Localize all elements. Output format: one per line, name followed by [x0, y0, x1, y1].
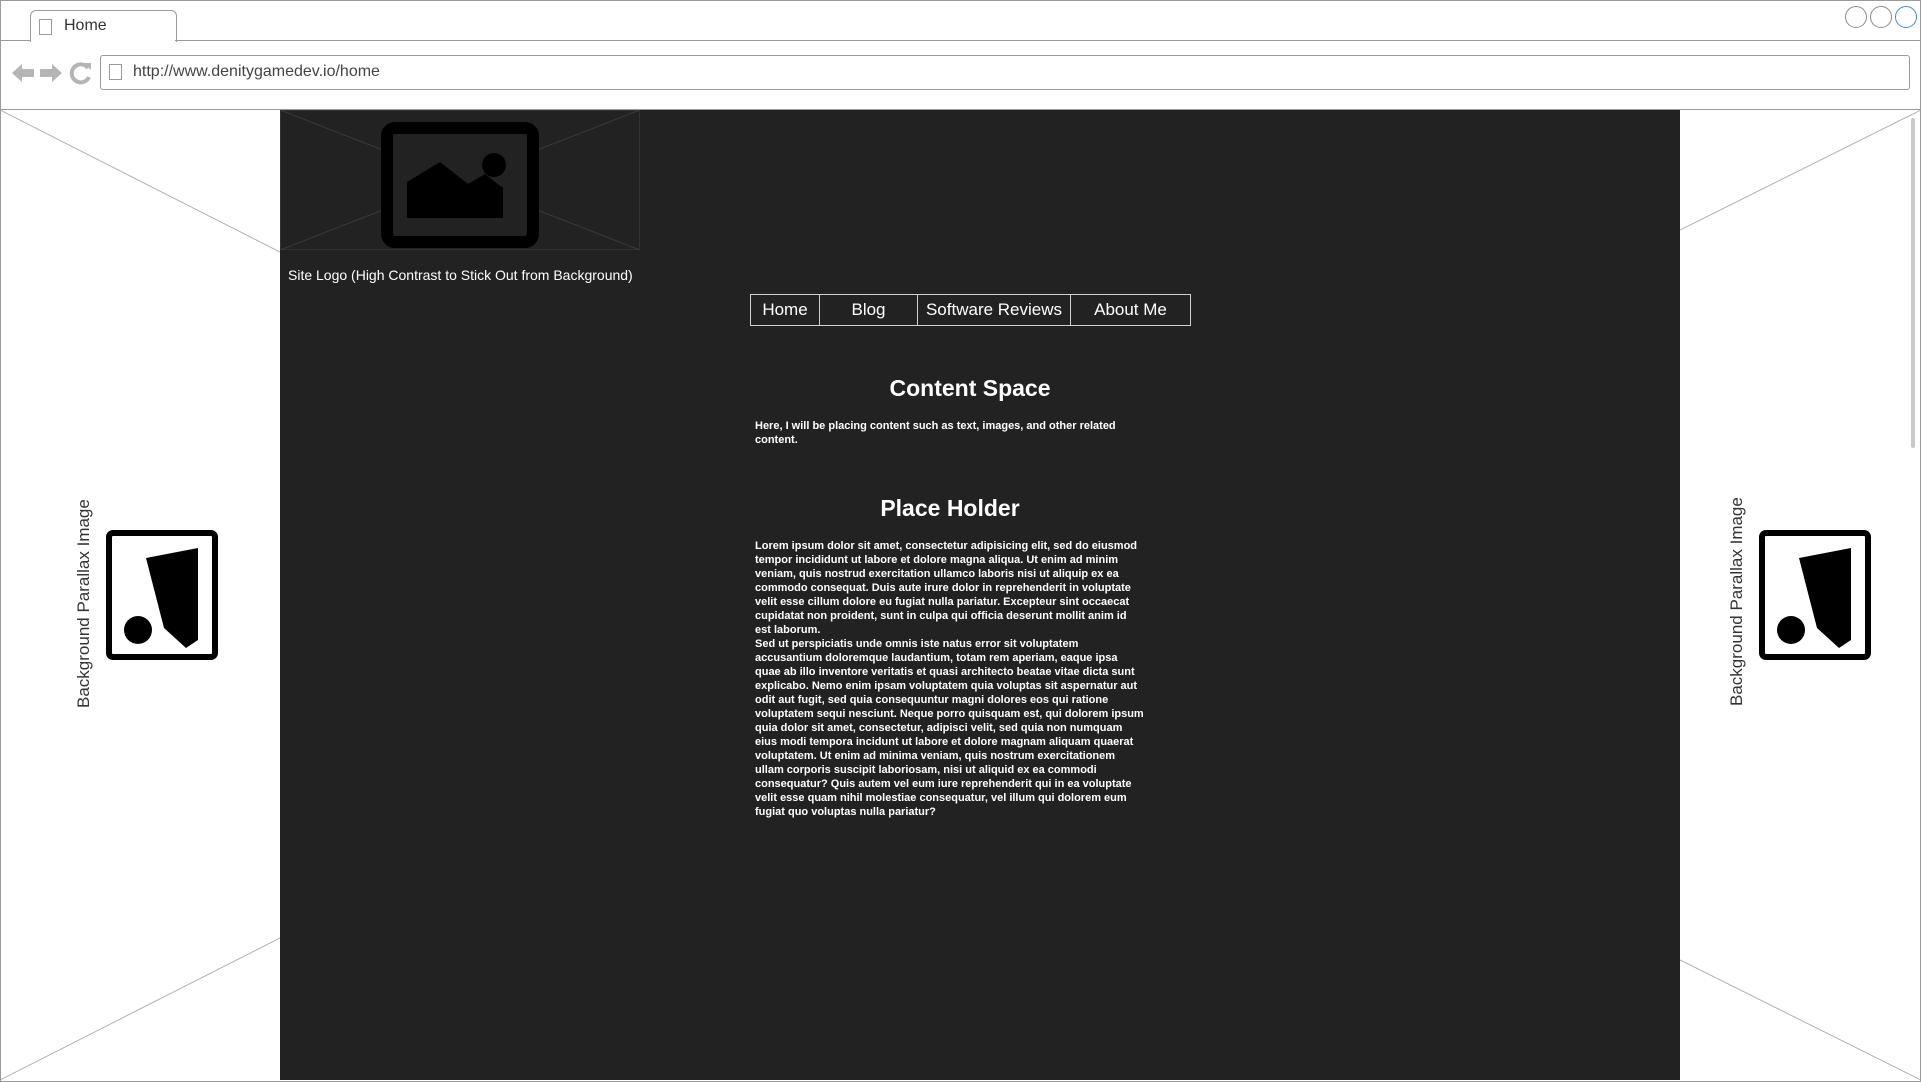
forward-arrow-icon[interactable] [38, 60, 64, 86]
placeholder-text: Lorem ipsum dolor sit amet, consectetur … [755, 539, 1145, 819]
reload-icon[interactable] [68, 60, 94, 86]
right-parallax-image: Background Parallax Image [1680, 110, 1921, 1080]
maximize-button[interactable] [1870, 6, 1892, 28]
right-parallax-label: Background Parallax Image [1727, 497, 1746, 706]
left-parallax-label: Background Parallax Image [74, 499, 93, 708]
tab-title: Home [64, 17, 107, 34]
close-button[interactable] [1895, 6, 1917, 28]
scrollbar-thumb[interactable] [1911, 118, 1915, 448]
nav-software-reviews[interactable]: Software Reviews [918, 295, 1071, 325]
address-bar[interactable]: http://www.denitygamedev.io/home [100, 55, 1910, 90]
page-icon [109, 64, 122, 80]
tab-strip-line [175, 40, 1921, 41]
minimize-button[interactable] [1845, 6, 1867, 28]
nav-about-me[interactable]: About Me [1071, 295, 1190, 325]
logo-caption: Site Logo (High Contrast to Stick Out fr… [288, 267, 633, 283]
nav-home[interactable]: Home [751, 295, 820, 325]
placeholder-heading: Place Holder [880, 495, 1020, 521]
image-placeholder-icon [106, 530, 218, 660]
image-placeholder-icon [1759, 530, 1871, 660]
placeholder-paragraph: Sed ut perspiciatis unde omnis iste natu… [755, 638, 1144, 818]
content-heading: Content Space [889, 375, 1051, 401]
browser-tab[interactable]: Home [30, 10, 177, 42]
tab-strip-line [0, 40, 30, 41]
nav-blog[interactable]: Blog [820, 295, 918, 325]
main-navigation: Home Blog Software Reviews About Me [750, 294, 1191, 326]
left-parallax-image: Background Parallax Image [0, 110, 280, 1080]
main-content-area: Site Logo (High Contrast to Stick Out fr… [279, 109, 1680, 1080]
placeholder-paragraph: Lorem ipsum dolor sit amet, consectetur … [755, 540, 1138, 636]
browser-chrome: Home http://www.denitygamedev.io/home [0, 0, 1921, 110]
url-text[interactable]: http://www.denitygamedev.io/home [133, 63, 380, 81]
site-logo[interactable] [279, 109, 641, 251]
content-text: Here, I will be placing content such as … [755, 420, 1116, 446]
page-icon [39, 19, 52, 35]
back-arrow-icon[interactable] [10, 60, 36, 86]
